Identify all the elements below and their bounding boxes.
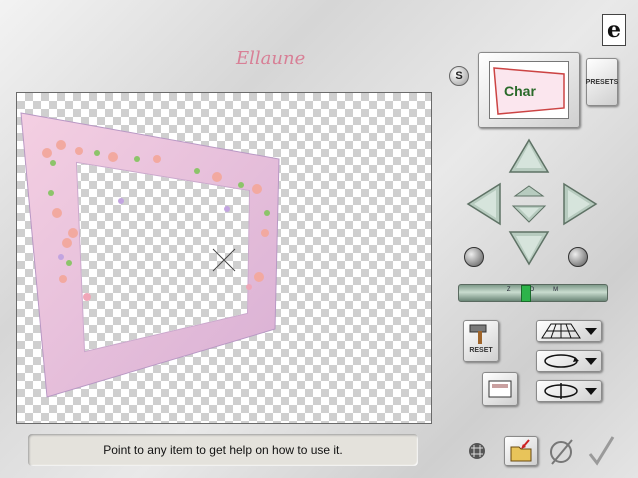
preview-image: Char bbox=[489, 61, 569, 119]
arrow-right-icon[interactable] bbox=[562, 182, 598, 226]
help-status-bar: Point to any item to get help on how to … bbox=[28, 434, 418, 466]
preview-frame-icon: Char bbox=[493, 67, 565, 115]
rotate-circle-icon bbox=[544, 354, 579, 368]
open-folder-icon bbox=[510, 439, 532, 462]
zoom-slider-thumb[interactable] bbox=[521, 285, 531, 302]
arrow-left-icon[interactable] bbox=[466, 182, 502, 226]
frame-preview-button[interactable] bbox=[482, 372, 518, 406]
flip-rotate-icon bbox=[544, 383, 578, 399]
slider-label-z: Z bbox=[506, 287, 512, 293]
grid-icon[interactable] bbox=[468, 442, 486, 465]
open-folder-button[interactable] bbox=[504, 436, 538, 466]
perspective-grid-dropdown[interactable] bbox=[536, 320, 602, 342]
rotate-dropdown[interactable] bbox=[536, 350, 602, 372]
e-logo-icon[interactable]: e bbox=[602, 14, 626, 46]
zoom-slider-labels: Z O M bbox=[459, 287, 607, 293]
presets-label: PRESETS bbox=[585, 78, 619, 86]
check-icon[interactable] bbox=[586, 434, 616, 471]
arrow-up-icon[interactable] bbox=[508, 138, 550, 174]
arrow-down-icon[interactable] bbox=[508, 230, 550, 266]
perspective-grid-icon bbox=[541, 323, 581, 339]
rotate-left-icon[interactable] bbox=[464, 247, 484, 267]
reset-button[interactable]: RESET bbox=[463, 320, 499, 362]
frame-preview-icon bbox=[488, 380, 512, 398]
rotate-right-icon[interactable] bbox=[568, 247, 588, 267]
cancel-icon[interactable] bbox=[548, 436, 576, 471]
settings-s-button[interactable]: S bbox=[449, 66, 469, 86]
frame-image bbox=[20, 112, 280, 398]
help-text: Point to any item to get help on how to … bbox=[103, 443, 343, 457]
hammer-icon bbox=[469, 324, 487, 344]
scale-up-icon[interactable] bbox=[511, 184, 547, 224]
filter-dialog: Ellaune e Point to any item to get help … bbox=[0, 0, 638, 478]
flip-dropdown[interactable] bbox=[536, 380, 602, 402]
preview-thumb-text: Char bbox=[504, 83, 536, 99]
image-canvas[interactable] bbox=[16, 92, 432, 424]
chevron-down-icon bbox=[585, 327, 597, 335]
presets-button[interactable]: PRESETS bbox=[586, 58, 618, 106]
reset-label: RESET bbox=[469, 347, 493, 354]
preview-thumbnail[interactable]: Char bbox=[478, 52, 580, 128]
chevron-down-icon bbox=[585, 357, 597, 365]
chevron-down-icon bbox=[585, 387, 597, 395]
zoom-slider[interactable]: Z O M bbox=[458, 284, 608, 302]
slider-label-m: M bbox=[553, 287, 560, 293]
brand-logo: Ellaune bbox=[236, 48, 306, 69]
